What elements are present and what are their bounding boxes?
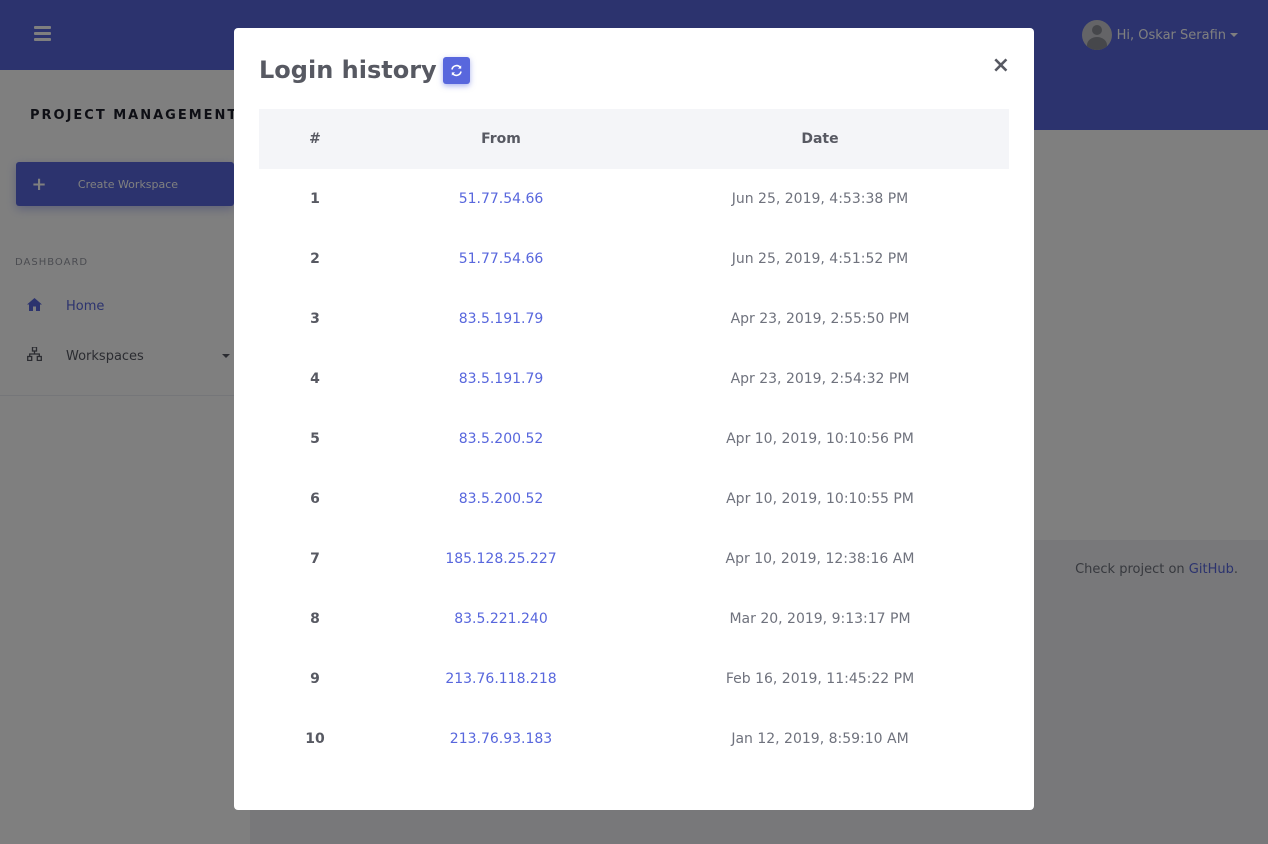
table-row: 4 83.5.191.79 Apr 23, 2019, 2:54:32 PM: [259, 349, 1009, 409]
row-from-cell: 213.76.93.183: [371, 709, 631, 769]
table-row: 7 185.128.25.227 Apr 10, 2019, 12:38:16 AM: [259, 529, 1009, 589]
row-date: Apr 10, 2019, 12:38:16 AM: [725, 551, 915, 567]
row-number: 5: [310, 431, 320, 447]
row-number: 3: [310, 311, 320, 327]
row-number: 10: [305, 731, 325, 747]
table-row: 5 83.5.200.52 Apr 10, 2019, 10:10:56 PM: [259, 409, 1009, 469]
login-history-table: # From Date 1 51.77.54.66 Jun 25, 2019, 4:…: [259, 109, 1009, 769]
table-row: 6 83.5.200.52 Apr 10, 2019, 10:10:55 PM: [259, 469, 1009, 529]
ip-address-link[interactable]: 213.76.93.183: [450, 731, 552, 747]
row-from-cell: 83.5.191.79: [371, 349, 631, 409]
row-from-cell: 213.76.118.218: [371, 649, 631, 709]
row-date: Apr 10, 2019, 10:10:56 PM: [726, 431, 914, 447]
row-date: Apr 23, 2019, 2:54:32 PM: [730, 371, 910, 387]
row-number: 1: [310, 191, 320, 207]
ip-address-link[interactable]: 83.5.191.79: [459, 311, 544, 327]
row-number: 2: [310, 251, 320, 267]
row-from-cell: 83.5.221.240: [371, 589, 631, 649]
table-row: 8 83.5.221.240 Mar 20, 2019, 9:13:17 PM: [259, 589, 1009, 649]
ip-address-link[interactable]: 83.5.191.79: [459, 371, 544, 387]
row-number: 8: [310, 611, 320, 627]
table-row: 10 213.76.93.183 Jan 12, 2019, 8:59:10 AM: [259, 709, 1009, 769]
row-number: 4: [310, 371, 320, 387]
modal-title-text: Login history: [259, 56, 437, 84]
row-date: Jun 25, 2019, 4:53:38 PM: [731, 191, 909, 207]
refresh-button[interactable]: [442, 56, 470, 84]
row-date: Jun 25, 2019, 4:51:52 PM: [731, 251, 909, 267]
row-from-cell: 83.5.200.52: [371, 409, 631, 469]
ip-address-link[interactable]: 185.128.25.227: [445, 551, 556, 567]
row-date: Feb 16, 2019, 11:45:22 PM: [725, 671, 915, 687]
row-number: 7: [310, 551, 320, 567]
refresh-icon: [450, 64, 462, 76]
table-row: 3 83.5.191.79 Apr 23, 2019, 2:55:50 PM: [259, 289, 1009, 349]
column-header-date: Date: [801, 131, 839, 147]
ip-address-link[interactable]: 51.77.54.66: [459, 191, 544, 207]
column-header-from: From: [481, 131, 521, 147]
ip-address-link[interactable]: 83.5.200.52: [459, 431, 544, 447]
ip-address-link[interactable]: 213.76.118.218: [445, 671, 556, 687]
row-number: 6: [310, 491, 320, 507]
table-body: 1 51.77.54.66 Jun 25, 2019, 4:53:38 PM 2 51.…: [259, 169, 1009, 769]
table-row: 9 213.76.118.218 Feb 16, 2019, 11:45:22 PM: [259, 649, 1009, 709]
row-from-cell: 51.77.54.66: [371, 169, 631, 229]
table-row: 1 51.77.54.66 Jun 25, 2019, 4:53:38 PM: [259, 169, 1009, 229]
login-history-modal: Login history × # From Date 1 51.77.54.66…: [234, 28, 1034, 810]
close-button[interactable]: ×: [992, 54, 1010, 78]
ip-address-link[interactable]: 83.5.221.240: [454, 611, 548, 627]
table-header-row: # From Date: [259, 109, 1009, 169]
row-from-cell: 185.128.25.227: [371, 529, 631, 589]
row-date: Jan 12, 2019, 8:59:10 AM: [731, 731, 909, 747]
ip-address-link[interactable]: 83.5.200.52: [459, 491, 544, 507]
row-date: Apr 10, 2019, 10:10:55 PM: [726, 491, 914, 507]
ip-address-link[interactable]: 51.77.54.66: [459, 251, 544, 267]
column-header-number: #: [309, 131, 321, 147]
modal-title: Login history: [259, 56, 470, 84]
row-from-cell: 83.5.191.79: [371, 289, 631, 349]
row-from-cell: 51.77.54.66: [371, 229, 631, 289]
row-date: Apr 23, 2019, 2:55:50 PM: [730, 311, 910, 327]
table-row: 2 51.77.54.66 Jun 25, 2019, 4:51:52 PM: [259, 229, 1009, 289]
row-from-cell: 83.5.200.52: [371, 469, 631, 529]
row-date: Mar 20, 2019, 9:13:17 PM: [729, 611, 911, 627]
row-number: 9: [310, 671, 320, 687]
